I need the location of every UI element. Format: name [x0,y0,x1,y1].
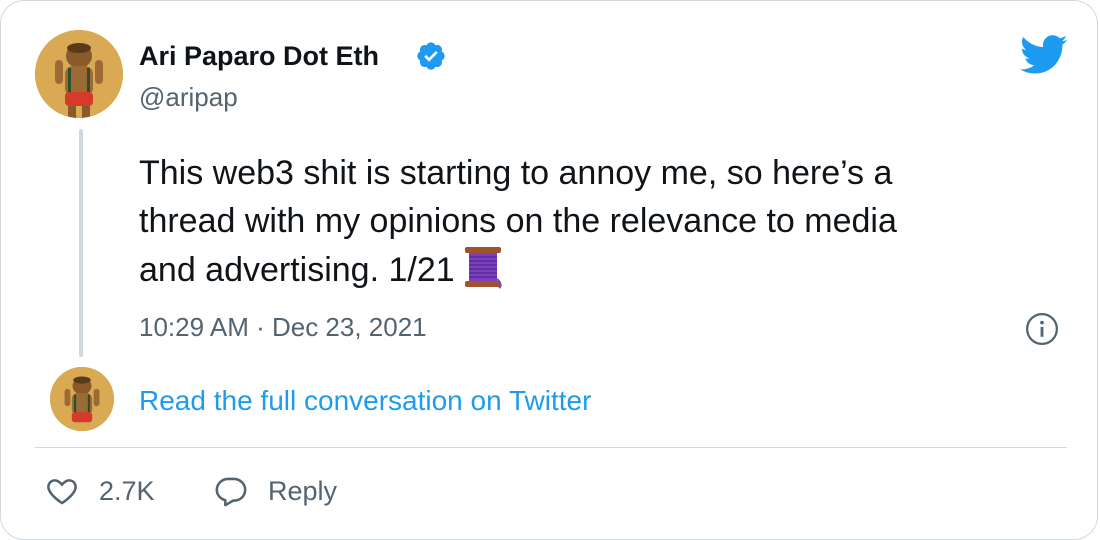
reply-label: Reply [268,475,338,506]
author-name[interactable]: Ari Paparo Dot Eth [139,37,379,75]
tweet-text: This web3 shit is starting to annoy me, … [139,149,1039,294]
tweet-line: thread with my opinions on the relevance… [139,202,897,240]
tweet-timestamp[interactable]: 10:29 AM · Dec 23, 2021 [139,309,427,345]
thread-connector-line [79,129,83,357]
tweet-card: Ari Paparo Dot Eth @aripap This web3 shi… [0,0,1098,540]
divider [35,447,1067,448]
reply-button[interactable]: Reply [214,471,337,511]
spool-emoji [464,247,502,289]
tweet-line: and advertising. 1/21 [139,245,1039,294]
avatar-illustration [50,367,114,431]
author-handle[interactable]: @aripap [139,79,238,115]
heart-icon [47,479,77,505]
tweet-line-text: and advertising. 1/21 [139,251,455,289]
info-icon[interactable] [1025,312,1059,346]
reply-bubble-icon [215,477,247,507]
author-avatar[interactable] [35,30,123,118]
avatar-illustration [35,30,123,118]
verified-badge-icon [417,42,445,70]
like-count: 2.7K [99,475,155,506]
conversation-avatar [50,367,114,431]
twitter-bird-icon[interactable] [1019,35,1069,75]
read-full-conversation-link[interactable]: Read the full conversation on Twitter [139,381,591,421]
tweet-line: This web3 shit is starting to annoy me, … [139,154,893,192]
like-button[interactable]: 2.7K [45,471,155,511]
